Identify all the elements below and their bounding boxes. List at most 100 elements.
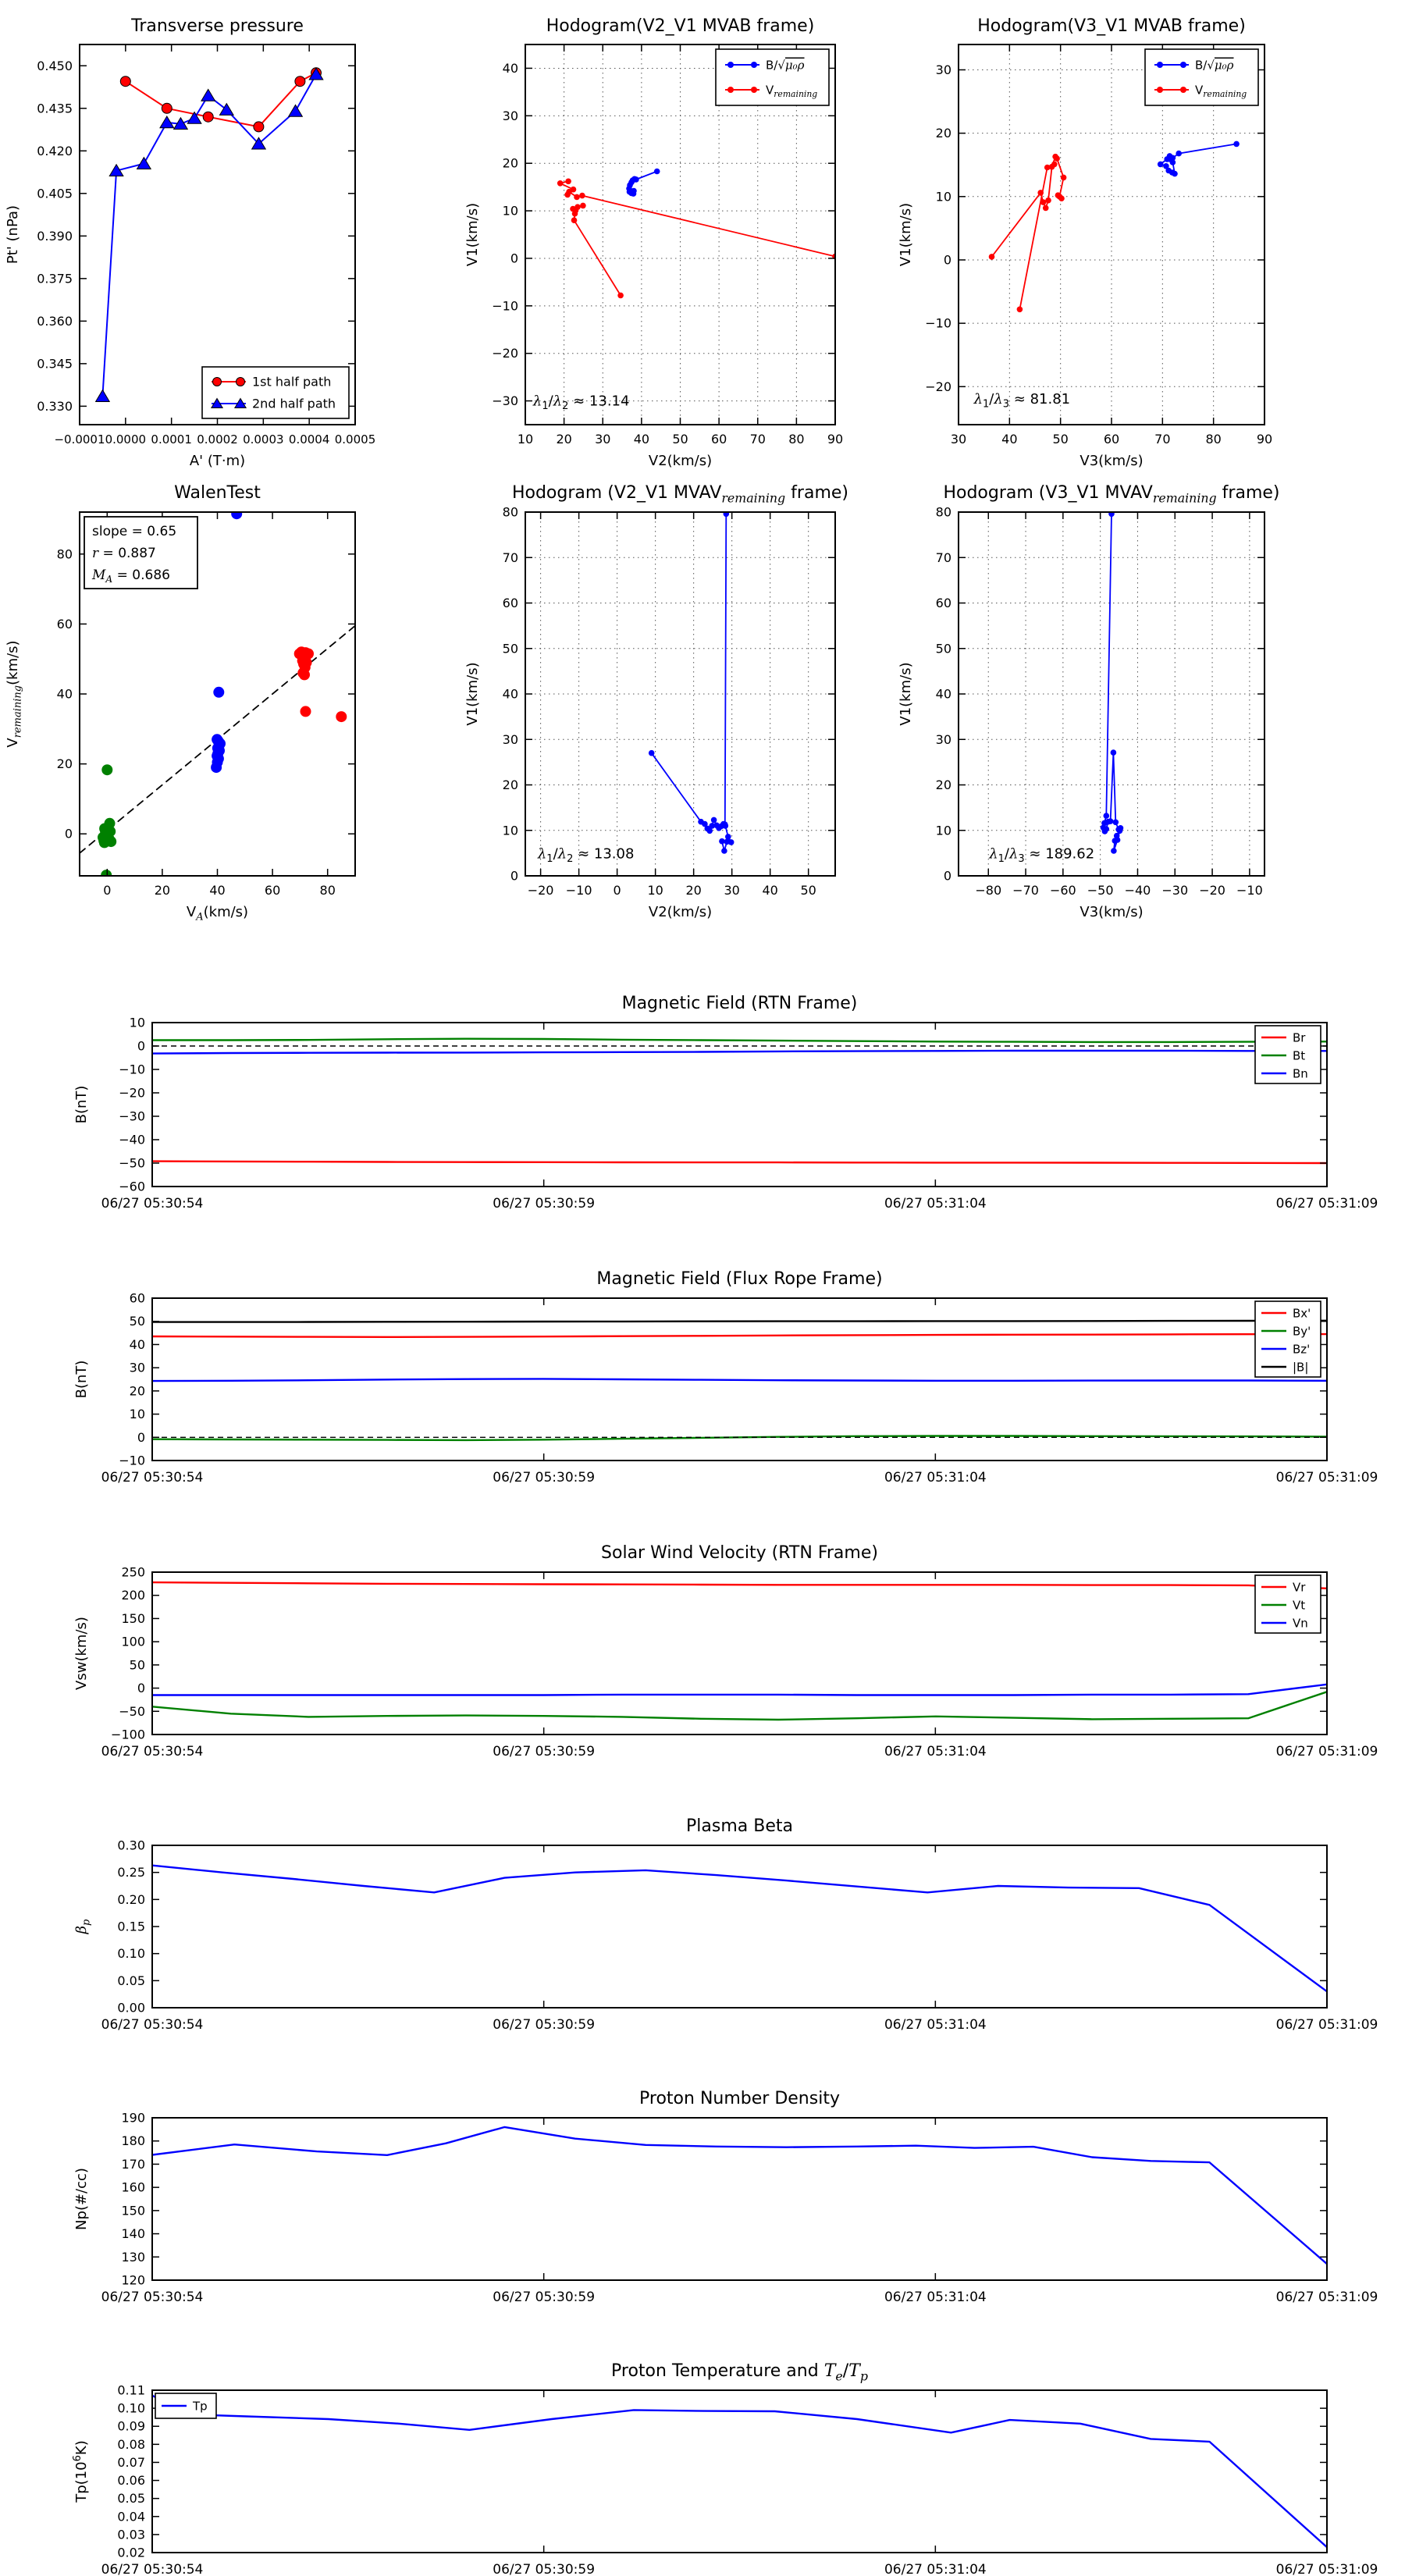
series-group bbox=[557, 169, 838, 299]
x-tick-label: 20 bbox=[155, 883, 170, 898]
y-tick-label: 30 bbox=[936, 732, 951, 747]
marker-dot bbox=[574, 194, 580, 201]
x-tick-label: 20 bbox=[685, 883, 701, 898]
marker-dot bbox=[572, 211, 578, 217]
info-line: MA = 0.686 bbox=[91, 568, 170, 585]
marker-circle bbox=[120, 76, 130, 87]
legend: Bx'By'Bz'|B| bbox=[1255, 1301, 1321, 1377]
x-tick-label: 40 bbox=[762, 883, 777, 898]
info-line: slope = 0.65 bbox=[92, 524, 176, 539]
y-tick-label: −10 bbox=[492, 298, 518, 313]
y-axis-label: V1(km/s) bbox=[898, 662, 914, 725]
marker-triangle bbox=[96, 390, 110, 402]
legend-label: |B| bbox=[1293, 1361, 1308, 1375]
chart-title: Hodogram(V2_V1 MVAB frame) bbox=[546, 16, 815, 36]
x-tick-label: 30 bbox=[951, 432, 966, 447]
chart-transverse-pressure: −0.00010.00000.00010.00020.00030.00040.0… bbox=[5, 16, 375, 469]
chart-title: Hodogram (V3_V1 MVAVremaining frame) bbox=[943, 483, 1279, 505]
y-tick-label: −10 bbox=[119, 1453, 145, 1468]
y-tick-label: 0.02 bbox=[117, 2546, 145, 2560]
series-by-prime bbox=[152, 1436, 1327, 1440]
x-tick-label: 50 bbox=[801, 883, 816, 898]
series-tp bbox=[152, 2396, 1327, 2547]
y-tick-label: 190 bbox=[121, 2111, 145, 2126]
series-v-path bbox=[1104, 514, 1121, 851]
marker-dot bbox=[1108, 818, 1114, 824]
y-tick-label: 60 bbox=[503, 596, 518, 610]
x-tick-label: 80 bbox=[1205, 432, 1221, 447]
figure-svg: −0.00010.00000.00010.00020.00030.00040.0… bbox=[0, 0, 1405, 2576]
y-tick-label: −30 bbox=[119, 1109, 145, 1124]
chart-magnetic-field-flux-rope: 06/27 05:30:5406/27 05:30:5906/27 05:31:… bbox=[73, 1269, 1378, 1485]
y-tick-label: 60 bbox=[936, 596, 951, 610]
y-tick-label: 20 bbox=[57, 756, 73, 771]
x-tick-label: 70 bbox=[750, 432, 766, 447]
y-axis-label: Vsw(km/s) bbox=[73, 1617, 90, 1690]
y-tick-label: 0.345 bbox=[37, 356, 73, 371]
marker-plain bbox=[336, 711, 347, 722]
x-tick-label: −50 bbox=[1087, 883, 1114, 898]
marker-plain bbox=[301, 706, 311, 717]
x-tick-label: 60 bbox=[265, 883, 280, 898]
y-tick-label: −40 bbox=[119, 1133, 145, 1147]
x-tick-label: 40 bbox=[634, 432, 649, 447]
marker-dot bbox=[1158, 162, 1164, 168]
legend-label: By' bbox=[1293, 1325, 1311, 1339]
y-tick-label: 30 bbox=[503, 109, 518, 123]
marker-dot bbox=[719, 838, 725, 845]
y-tick-label: 0.03 bbox=[117, 2527, 145, 2542]
series-br bbox=[152, 1162, 1327, 1163]
x-tick-label: 06/27 05:31:04 bbox=[884, 2290, 987, 2305]
y-tick-label: 80 bbox=[936, 505, 951, 520]
marker-plain bbox=[98, 835, 109, 846]
y-tick-label: 40 bbox=[503, 61, 518, 76]
x-tick-label: 06/27 05:30:54 bbox=[101, 1470, 204, 1485]
marker-dot bbox=[557, 180, 564, 187]
y-tick-label: 250 bbox=[121, 1565, 145, 1580]
y-tick-label: 0 bbox=[65, 827, 73, 841]
legend: Tp bbox=[155, 2393, 216, 2418]
y-tick-label: 20 bbox=[936, 777, 951, 792]
x-axis-label: V3(km/s) bbox=[1080, 453, 1143, 469]
marker-circle bbox=[203, 112, 213, 122]
chart-magnetic-field-rtn: 06/27 05:30:5406/27 05:30:5906/27 05:31:… bbox=[73, 994, 1378, 1212]
marker-dot bbox=[711, 817, 717, 824]
chart-proton-number-density: 06/27 05:30:5406/27 05:30:5906/27 05:31:… bbox=[73, 2089, 1378, 2305]
y-tick-label: 10 bbox=[936, 823, 951, 838]
series-v-remaining-a bbox=[992, 157, 1064, 257]
y-tick-label: 50 bbox=[503, 641, 518, 656]
legend-label: Br bbox=[1293, 1031, 1306, 1045]
series-group bbox=[989, 141, 1240, 313]
marker-dot bbox=[1172, 171, 1178, 177]
series-v-remaining-b bbox=[573, 205, 621, 295]
x-tick-label: 40 bbox=[1001, 432, 1017, 447]
series-group bbox=[152, 2127, 1327, 2264]
x-tick-label: −80 bbox=[975, 883, 1001, 898]
y-tick-label: 50 bbox=[130, 1657, 145, 1672]
chart-proton-temperature: 06/27 05:30:5406/27 05:30:5906/27 05:31:… bbox=[72, 2361, 1378, 2576]
y-tick-label: 170 bbox=[121, 2157, 145, 2172]
marker-triangle bbox=[160, 116, 174, 128]
series-group bbox=[152, 1866, 1327, 1992]
axes-frame bbox=[152, 1845, 1327, 2008]
marker-dot bbox=[1043, 205, 1049, 212]
x-tick-label: 0.0002 bbox=[197, 432, 238, 447]
y-tick-label: 0.15 bbox=[117, 1920, 145, 1934]
x-axis-label: A' (T·m) bbox=[190, 453, 245, 469]
x-tick-label: −10 bbox=[566, 883, 592, 898]
y-axis-label: Pt' (nPa) bbox=[5, 205, 21, 264]
x-tick-label: 50 bbox=[672, 432, 688, 447]
y-tick-label: 60 bbox=[57, 617, 73, 632]
legend-label: B/√μ₀ρ bbox=[1195, 59, 1234, 73]
y-tick-label: 70 bbox=[503, 550, 518, 565]
marker-dot bbox=[989, 254, 995, 260]
chart-title: Magnetic Field (Flux Rope Frame) bbox=[596, 1269, 882, 1289]
x-tick-label: −0.0001 bbox=[54, 432, 105, 447]
marker-dot bbox=[1104, 826, 1110, 832]
legend: B/√μ₀ρVremaining bbox=[716, 49, 829, 105]
chart-title: Plasma Beta bbox=[686, 1816, 793, 1836]
y-axis-label: V1(km/s) bbox=[898, 203, 914, 266]
series-bx-prime bbox=[152, 1334, 1327, 1337]
y-tick-label: 120 bbox=[121, 2273, 145, 2288]
legend: VrVtVn bbox=[1255, 1575, 1321, 1633]
